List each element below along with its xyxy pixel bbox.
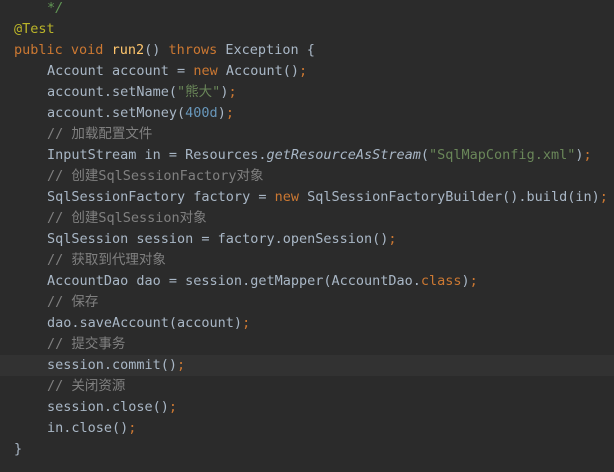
- code-text: InputStream in = Resources.: [47, 147, 267, 163]
- code-text: Account(): [225, 63, 299, 79]
- method-parens: (): [144, 42, 161, 58]
- doc-comment-end: */: [47, 0, 64, 16]
- semicolon: ;: [299, 63, 308, 79]
- open-brace: {: [306, 42, 315, 58]
- semicolon: ;: [388, 231, 397, 247]
- code-line-commit-current[interactable]: session.commit();: [0, 355, 614, 376]
- semicolon: ;: [168, 399, 178, 415]
- line-comment: // 加载配置文件: [47, 126, 153, 142]
- semicolon: ;: [583, 147, 592, 163]
- code-line-comment-save[interactable]: // 保存: [0, 292, 614, 313]
- keyword-class: class: [420, 273, 462, 289]
- code-line-comment-load-config[interactable]: // 加载配置文件: [0, 124, 614, 145]
- semicolon: ;: [469, 273, 478, 289]
- keyword-new: new: [274, 189, 299, 205]
- code-text: AccountDao dao = session.getMapper(Accou…: [47, 273, 421, 289]
- semicolon: ;: [225, 105, 234, 121]
- code-text: SqlSession session = factory.openSession…: [47, 231, 389, 247]
- number-literal: 400d: [185, 105, 218, 121]
- keyword-public: public: [14, 42, 63, 58]
- code-line-in-close[interactable]: in.close();: [0, 418, 614, 439]
- semicolon: ;: [177, 357, 186, 373]
- code-text: SqlSessionFactory factory =: [47, 189, 275, 205]
- exception-type: Exception: [225, 42, 299, 58]
- semicolon: ;: [128, 420, 137, 436]
- keyword-throws: throws: [168, 42, 218, 58]
- code-text: account.setMoney(: [47, 105, 186, 121]
- code-editor[interactable]: */ @Test public void run2() throws Excep…: [0, 0, 614, 472]
- code-text: Account account =: [47, 63, 194, 79]
- code-line-session-close[interactable]: session.close();: [0, 397, 614, 418]
- code-text: account.setName(: [47, 84, 178, 100]
- code-line-annotation[interactable]: @Test: [0, 19, 614, 40]
- code-line-set-money[interactable]: account.setMoney(400d);: [0, 103, 614, 124]
- method-name: run2: [111, 42, 145, 58]
- line-comment: // 创建SqlSessionFactory对象: [47, 168, 264, 184]
- string-literal: "熊大": [177, 84, 221, 100]
- code-line-doc-comment-end[interactable]: */: [0, 0, 614, 19]
- semicolon: ;: [228, 84, 237, 100]
- keyword-new: new: [193, 63, 218, 79]
- open-paren: (: [420, 147, 430, 163]
- code-line-method-signature[interactable]: public void run2() throws Exception {: [0, 40, 614, 61]
- code-text: ): [217, 105, 226, 121]
- code-line-input-stream[interactable]: InputStream in = Resources.getResourceAs…: [0, 145, 614, 166]
- line-comment: // 关闭资源: [47, 378, 126, 394]
- code-line-comment-close[interactable]: // 关闭资源: [0, 376, 614, 397]
- static-method-call: getResourceAsStream: [266, 147, 421, 163]
- line-comment: // 提交事务: [47, 336, 126, 352]
- code-text: session.commit(): [47, 357, 178, 373]
- test-annotation: @Test: [14, 21, 55, 37]
- code-line-comment-create-factory[interactable]: // 创建SqlSessionFactory对象: [0, 166, 614, 187]
- code-text: session.close(): [47, 399, 169, 415]
- code-text: dao.saveAccount(account): [47, 315, 243, 331]
- code-text: ): [461, 273, 470, 289]
- code-line-comment-commit[interactable]: // 提交事务: [0, 334, 614, 355]
- close-brace: }: [14, 441, 23, 457]
- code-line-set-name[interactable]: account.setName("熊大");: [0, 82, 614, 103]
- semicolon: ;: [242, 315, 251, 331]
- line-comment: // 创建SqlSession对象: [47, 210, 207, 226]
- code-line-factory[interactable]: SqlSessionFactory factory = new SqlSessi…: [0, 187, 614, 208]
- line-comment: // 获取到代理对象: [47, 252, 166, 268]
- code-text: in.close(): [47, 420, 129, 436]
- code-line-comment-create-session[interactable]: // 创建SqlSession对象: [0, 208, 614, 229]
- code-line-close-brace[interactable]: }: [0, 439, 614, 460]
- line-comment: // 保存: [47, 294, 99, 310]
- semicolon: ;: [599, 189, 608, 205]
- code-line-new-account[interactable]: Account account = new Account();: [0, 61, 614, 82]
- code-line-get-mapper[interactable]: AccountDao dao = session.getMapper(Accou…: [0, 271, 614, 292]
- code-line-open-session[interactable]: SqlSession session = factory.openSession…: [0, 229, 614, 250]
- string-literal: "SqlMapConfig.xml": [429, 147, 576, 163]
- code-line-comment-get-proxy[interactable]: // 获取到代理对象: [0, 250, 614, 271]
- keyword-void: void: [70, 42, 104, 58]
- code-text: SqlSessionFactoryBuilder().build(in): [307, 189, 600, 205]
- code-line-save-account[interactable]: dao.saveAccount(account);: [0, 313, 614, 334]
